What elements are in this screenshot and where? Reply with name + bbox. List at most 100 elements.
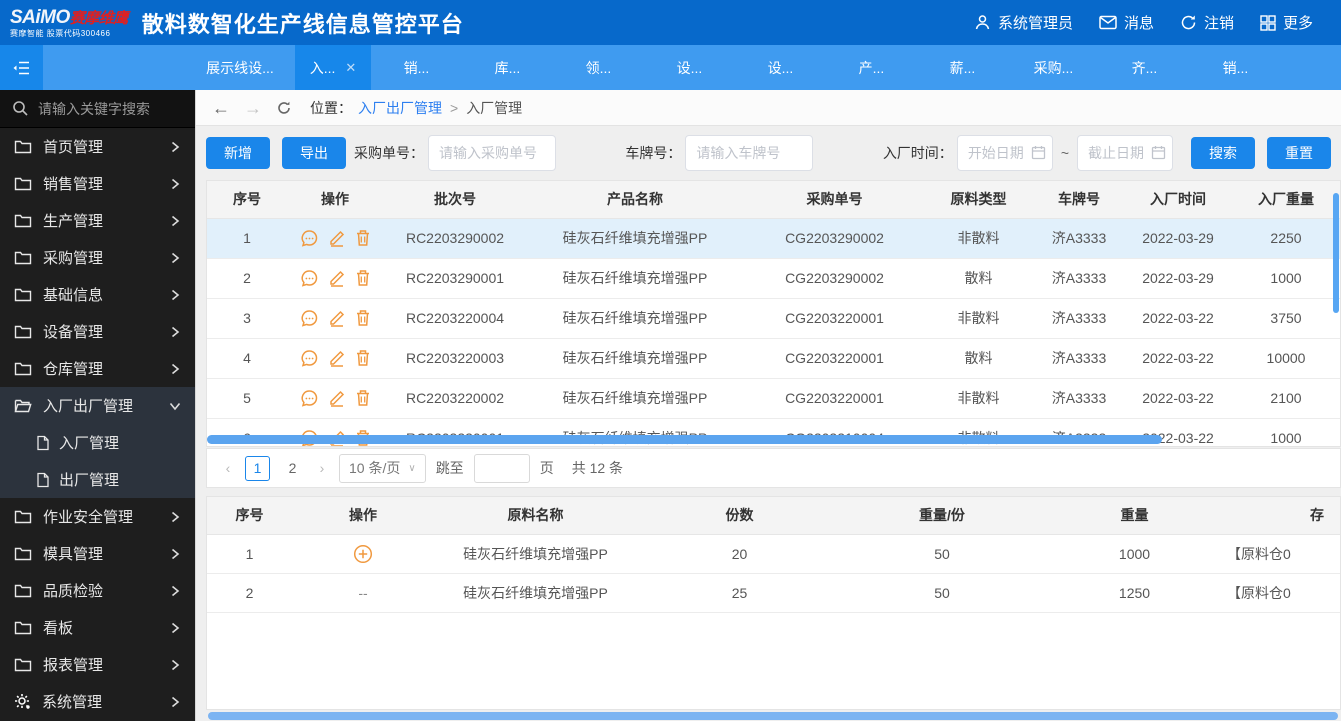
comment-icon[interactable] — [300, 349, 319, 368]
tab-6[interactable]: 设... — [644, 45, 735, 90]
sidebar-item[interactable]: 品质检验 — [0, 572, 195, 609]
back-icon[interactable]: ← — [212, 99, 230, 117]
sidebar-subitem[interactable]: 出厂管理 — [0, 461, 195, 498]
purchase-no-input[interactable] — [428, 135, 556, 171]
sidebar-item-label: 销售管理 — [43, 173, 169, 194]
header-menu-logout[interactable]: 注销 — [1180, 12, 1234, 33]
table-cell: 4 — [207, 338, 287, 378]
tab-1[interactable]: 展示线设... — [185, 45, 295, 90]
edit-icon[interactable] — [328, 309, 346, 327]
sidebar-item[interactable]: 系统管理 — [0, 683, 195, 720]
sidebar-subitem[interactable]: 入厂管理 — [0, 424, 195, 461]
edit-icon[interactable] — [328, 269, 346, 287]
search-button[interactable]: 搜索 — [1191, 137, 1255, 169]
table-row[interactable]: 5RC2203220002硅灰石纤维填充增强PPCG2203220001非散料济… — [207, 378, 1341, 418]
add-button[interactable]: 新增 — [206, 137, 270, 169]
tab-label: 销... — [1223, 58, 1249, 78]
header-menu-label: 消息 — [1124, 12, 1154, 33]
forward-icon[interactable]: → — [244, 99, 262, 117]
tab-7[interactable]: 设... — [735, 45, 826, 90]
folder-icon — [14, 546, 32, 562]
sidebar-item[interactable]: 仓库管理 — [0, 350, 195, 387]
chevron-right-icon — [169, 585, 181, 597]
delete-icon[interactable] — [355, 269, 371, 287]
header-menu-mail[interactable]: 消息 — [1099, 12, 1154, 33]
delete-icon[interactable] — [355, 349, 371, 367]
table-row[interactable]: 4RC2203220003硅灰石纤维填充增强PPCG2203220001散料济A… — [207, 338, 1341, 378]
table-horizontal-scrollbar[interactable] — [207, 435, 1162, 444]
sidebar-item[interactable]: 设备管理 — [0, 313, 195, 350]
page-size-select[interactable]: 10 条/页∨ — [339, 454, 426, 483]
open-tabs: 展示线设...入...✕销...库...领...设...设...产...薪...… — [185, 45, 1341, 90]
file-icon — [36, 472, 50, 488]
tab-11[interactable]: 齐... — [1099, 45, 1190, 90]
sidebar-item[interactable]: 采购管理 — [0, 239, 195, 276]
breadcrumb-link[interactable]: 入厂出厂管理 — [358, 98, 442, 118]
table-cell: 1 — [207, 534, 292, 573]
sidebar-item[interactable]: 入厂出厂管理 — [0, 387, 195, 424]
collapse-menu-button[interactable] — [0, 45, 43, 90]
delete-icon[interactable] — [355, 309, 371, 327]
calendar-icon — [1151, 145, 1166, 160]
page-number-2[interactable]: 2 — [280, 456, 305, 481]
sidebar-group: 首页管理 — [0, 128, 195, 165]
tab-3[interactable]: 销... — [371, 45, 462, 90]
sidebar-item[interactable]: 报表管理 — [0, 646, 195, 683]
tab-2[interactable]: 入...✕ — [295, 45, 371, 90]
table-row[interactable]: 3RC2203220004硅灰石纤维填充增强PPCG2203220001非散料济… — [207, 298, 1341, 338]
sidebar-item[interactable]: 基础信息 — [0, 276, 195, 313]
plus-circle-icon[interactable] — [353, 544, 373, 564]
next-page-icon[interactable]: › — [315, 460, 329, 476]
table-row[interactable]: 2RC2203290001硅灰石纤维填充增强PPCG2203290002散料济A… — [207, 258, 1341, 298]
page-number-1[interactable]: 1 — [245, 456, 270, 481]
tab-label: 库... — [495, 58, 521, 78]
table-vertical-scrollbar[interactable] — [1333, 193, 1339, 313]
column-header: 序号 — [207, 497, 292, 534]
edit-icon[interactable] — [328, 229, 346, 247]
table-row[interactable]: 2--硅灰石纤维填充增强PP25501250【原料仓0 — [207, 573, 1341, 612]
edit-icon[interactable] — [328, 349, 346, 367]
entry-time-label: 入厂时间： — [883, 143, 953, 163]
plate-no-input[interactable] — [685, 135, 813, 171]
table-row[interactable]: 1RC2203290002硅灰石纤维填充增强PPCG2203290002非散料济… — [207, 218, 1341, 258]
tab-10[interactable]: 采购... — [1008, 45, 1099, 90]
chevron-right-icon — [169, 289, 181, 301]
export-button[interactable]: 导出 — [282, 137, 346, 169]
delete-icon[interactable] — [355, 389, 371, 407]
tab-close-icon[interactable]: ✕ — [345, 60, 356, 76]
prev-page-icon[interactable]: ‹ — [221, 460, 235, 476]
table-cell: RC2203290001 — [383, 258, 527, 298]
sidebar-item[interactable]: 销售管理 — [0, 165, 195, 202]
sidebar-search-input[interactable] — [38, 101, 178, 117]
column-header: 操作 — [292, 497, 434, 534]
tab-12[interactable]: 销... — [1190, 45, 1281, 90]
table-row[interactable]: 1硅灰石纤维填充增强PP20501000【原料仓0 — [207, 534, 1341, 573]
comment-icon[interactable] — [300, 269, 319, 288]
sidebar-search[interactable] — [0, 90, 195, 128]
sidebar-item[interactable]: 看板 — [0, 609, 195, 646]
reset-button[interactable]: 重置 — [1267, 137, 1331, 169]
table-cell: 1000 — [1229, 418, 1341, 447]
sidebar-item[interactable]: 生产管理 — [0, 202, 195, 239]
delete-icon[interactable] — [355, 229, 371, 247]
sidebar-group: 生产管理 — [0, 202, 195, 239]
sidebar-item[interactable]: 作业安全管理 — [0, 498, 195, 535]
header-menu-grid[interactable]: 更多 — [1260, 12, 1313, 33]
comment-icon[interactable] — [300, 389, 319, 408]
page-horizontal-scrollbar[interactable] — [208, 712, 1338, 720]
tab-4[interactable]: 库... — [462, 45, 553, 90]
jump-to-page-input[interactable] — [474, 454, 530, 483]
header-menu-user[interactable]: 系统管理员 — [974, 12, 1073, 33]
comment-icon[interactable] — [300, 229, 319, 248]
sidebar-item[interactable]: 首页管理 — [0, 128, 195, 165]
refresh-icon[interactable] — [276, 100, 292, 116]
sidebar-item[interactable]: 模具管理 — [0, 535, 195, 572]
tab-5[interactable]: 领... — [553, 45, 644, 90]
tab-9[interactable]: 薪... — [917, 45, 1008, 90]
sidebar-item-label: 系统管理 — [42, 691, 169, 712]
edit-icon[interactable] — [328, 389, 346, 407]
chevron-right-icon — [169, 363, 181, 375]
table-cell: 硅灰石纤维填充增强PP — [434, 534, 637, 573]
comment-icon[interactable] — [300, 309, 319, 328]
tab-8[interactable]: 产... — [826, 45, 917, 90]
